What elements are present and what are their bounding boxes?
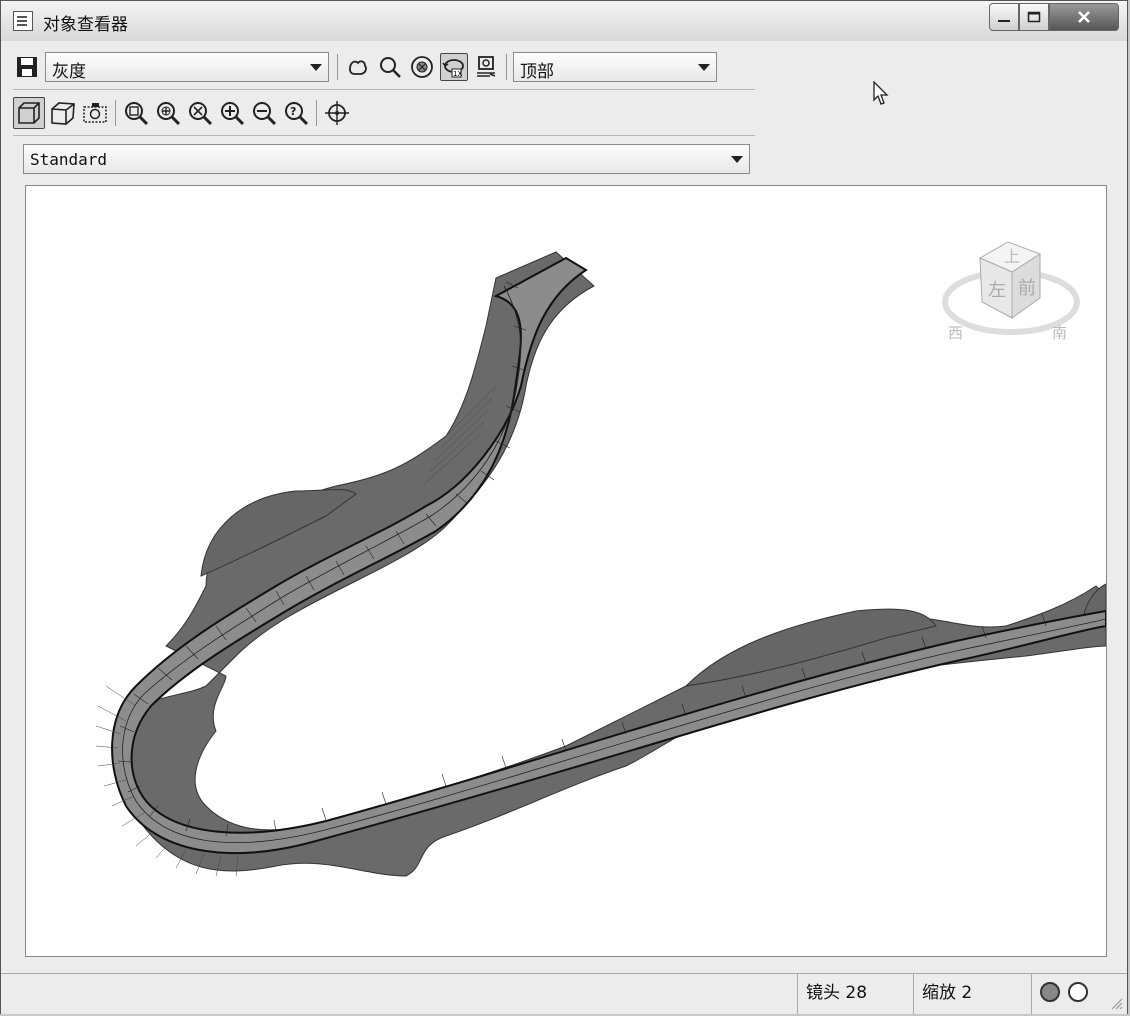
- orbit-icon: [411, 56, 433, 78]
- orbit-button[interactable]: [408, 53, 436, 81]
- viewcube-front-label[interactable]: 前: [1018, 278, 1036, 299]
- window-title: 对象查看器: [43, 15, 128, 35]
- minimize-button[interactable]: [989, 3, 1019, 31]
- zoom-window-button[interactable]: [122, 99, 150, 127]
- toolbar-divider: [13, 135, 755, 136]
- crosshair-icon: [325, 101, 349, 125]
- perspective-view-button[interactable]: [49, 99, 77, 127]
- toolbar-row-2: ?: [13, 95, 355, 131]
- zoom-dynamic-icon: [157, 102, 181, 126]
- chevron-down-icon: [731, 156, 743, 163]
- toolbar-separator: [316, 100, 317, 126]
- camera-icon: [477, 56, 496, 77]
- camera-settings-button[interactable]: [472, 53, 500, 81]
- view-direction-select[interactable]: 顶部: [513, 52, 717, 82]
- zoom-in-button[interactable]: [218, 99, 246, 127]
- named-views-button[interactable]: [81, 99, 109, 127]
- free-orbit-button[interactable]: 1X: [440, 53, 468, 81]
- free-orbit-icon: 1X: [442, 59, 464, 78]
- view-direction-value: 顶部: [520, 62, 554, 82]
- chevron-down-icon: [698, 64, 710, 71]
- chevron-down-icon: [310, 64, 322, 71]
- status-bar: 镜头 28 缩放 2: [1, 973, 1127, 1014]
- close-icon: [1078, 11, 1090, 23]
- zoom-dynamic-button[interactable]: [154, 99, 182, 127]
- toolbar-divider: [13, 89, 755, 90]
- zoom-help-icon: ?: [285, 102, 309, 126]
- zoom-previous-button[interactable]: ?: [282, 99, 310, 127]
- object-viewer-window: 对象查看器 灰度 1X 顶部 ? Standard 上 左 前 西 南 镜头 2…: [0, 0, 1128, 1014]
- zoom-button[interactable]: [376, 53, 404, 81]
- svg-text:1X: 1X: [453, 70, 462, 78]
- app-icon[interactable]: [13, 11, 33, 31]
- view-style-select[interactable]: Standard: [23, 144, 750, 174]
- camera-status: 镜头 28: [797, 974, 913, 1014]
- zoom-out-icon: [253, 102, 277, 126]
- zoom-extents-button[interactable]: [186, 99, 214, 127]
- window-controls: [989, 3, 1119, 31]
- 3d-viewport[interactable]: 上 左 前 西 南: [25, 185, 1107, 957]
- viewcube-top-label[interactable]: 上: [1004, 247, 1020, 266]
- center-view-button[interactable]: [323, 99, 351, 127]
- viewcube-west-label[interactable]: 西: [948, 324, 963, 342]
- viewcube-left-label[interactable]: 左: [988, 280, 1006, 301]
- zoom-extents-icon: [189, 102, 213, 126]
- status-indicators: [1031, 974, 1127, 1014]
- empty-circle-icon[interactable]: [1068, 982, 1088, 1002]
- pan-button[interactable]: [344, 53, 372, 81]
- zoom-window-icon: [125, 102, 149, 126]
- toolbar-separator: [506, 54, 507, 80]
- magnifier-icon: [380, 57, 401, 78]
- save-button[interactable]: [13, 53, 41, 81]
- maximize-icon: [1027, 11, 1041, 23]
- viewcube[interactable]: 上 左 前 西 南: [936, 232, 1086, 352]
- visual-style-select[interactable]: 灰度: [45, 52, 329, 82]
- filled-circle-icon[interactable]: [1040, 982, 1060, 1002]
- visual-style-value: 灰度: [52, 62, 86, 82]
- title-bar[interactable]: 对象查看器: [1, 1, 1127, 41]
- zoom-in-icon: [221, 102, 245, 126]
- close-button[interactable]: [1049, 3, 1119, 31]
- pan-icon: [349, 60, 367, 75]
- zoom-out-button[interactable]: [250, 99, 278, 127]
- view-camera-icon: [83, 103, 107, 123]
- toolbar-row-1: 灰度 1X 顶部: [13, 49, 717, 85]
- svg-text:?: ?: [290, 105, 296, 118]
- orthographic-view-button[interactable]: [13, 97, 45, 129]
- resize-grip-icon[interactable]: [1109, 996, 1123, 1010]
- zoom-status: 缩放 2: [913, 974, 1031, 1014]
- mouse-cursor-icon: [873, 81, 889, 105]
- toolbar-separator: [337, 54, 338, 80]
- maximize-button[interactable]: [1019, 3, 1049, 31]
- viewcube-south-label[interactable]: 南: [1052, 324, 1067, 342]
- save-icon: [17, 57, 37, 77]
- view-style-value: Standard: [30, 150, 108, 169]
- toolbar-separator: [115, 100, 116, 126]
- cube-ortho-icon: [18, 102, 40, 124]
- cube-perspective-icon: [51, 102, 75, 125]
- minimize-icon: [998, 20, 1010, 22]
